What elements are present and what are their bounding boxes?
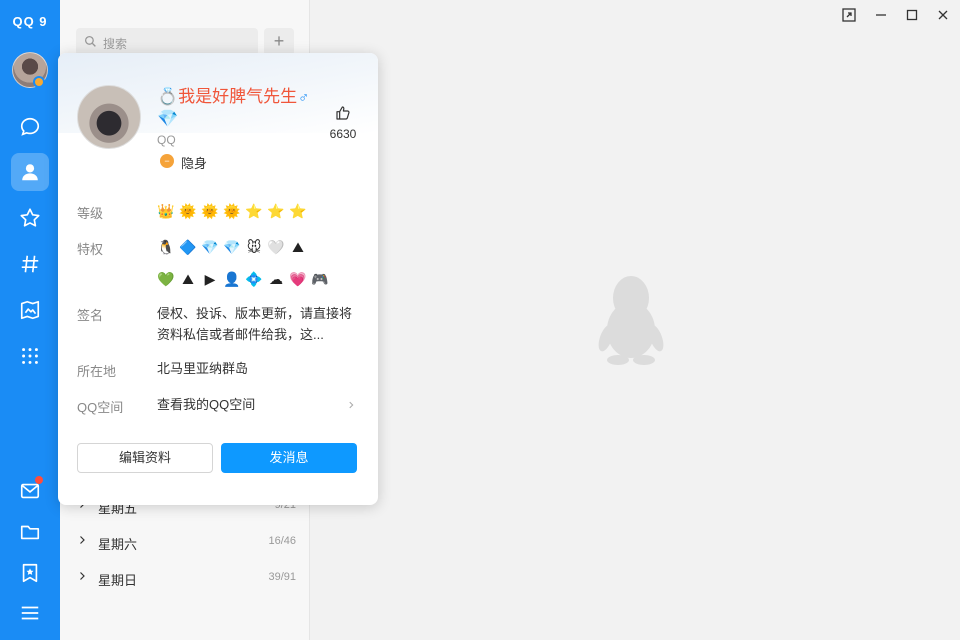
pin-window-icon[interactable] [842,8,856,22]
mail-badge [35,476,43,484]
add-button[interactable]: + [264,28,294,56]
send-message-button[interactable]: 发消息 [221,443,357,473]
signature-label: 签名 [77,308,104,323]
group-name: 星期日 [98,573,138,588]
green-diamond-icon[interactable]: 💚 [157,270,175,288]
search-input[interactable]: 搜索 [76,28,258,56]
hash-icon[interactable] [11,245,49,283]
sun-icon: 🌞 [201,203,219,219]
chat-bubble-icon[interactable] [11,108,49,146]
chevron-right-icon [80,572,85,580]
star-icon: ⭐ [289,203,307,219]
maximize-icon[interactable] [905,8,919,22]
group-count: 16/46 [268,535,296,547]
menu-icon[interactable] [11,594,49,632]
mouse-icon[interactable]: 🐭 [245,238,263,256]
nickname: 💍我是好脾气先生💎 [157,87,298,128]
privilege-icons-row1: 🐧 🔷 💎 💎 🐭 🤍 ⛰ [157,238,307,256]
male-icon: ♂ [298,89,310,106]
crown-icon: 👑 [157,203,175,219]
privilege-label: 特权 [77,242,104,257]
apps-grid-icon[interactable] [11,337,49,375]
diamond-icon[interactable]: 💎 [201,238,219,256]
search-placeholder: 搜索 [103,37,128,51]
signature-text: 侵权、投诉、版本更新，请直接将资料私信或者邮件给我，这... [157,306,353,342]
pink-heart-icon[interactable]: 💗 [289,270,307,288]
like-button[interactable]: 6630 [326,105,360,141]
group-name: 星期六 [98,537,138,552]
profile-card: 💍我是好脾气先生💎 ♂ 6630 QQ − 隐身 等级 👑 🌞 🌞 🌞 ⭐ ⭐ … [58,53,378,505]
sun-icon: 🌞 [223,203,241,219]
list-item[interactable]: 星期日 39/91 [76,566,296,590]
account-label: QQ [157,133,176,147]
sun-icon: 🌞 [179,203,197,219]
privilege-icons-row2: 💚 ⛰ ▶ 👤 💠 ☁ 💗 🎮 [157,270,329,288]
qzone-label: QQ空间 [77,400,124,415]
diamond-icon[interactable]: 💎 [223,238,241,256]
heart-icon[interactable]: 🤍 [267,238,285,256]
level-label: 等级 [77,206,104,221]
edit-profile-button[interactable]: 编辑资料 [77,443,213,473]
ring-icon: 💍 [157,87,179,106]
qzone-link[interactable]: 查看我的QQ空间 [157,394,255,415]
cloud-icon[interactable]: ☁ [267,270,285,288]
main-area [310,0,960,640]
folder-icon[interactable] [11,513,49,551]
status-invisible-icon: − [160,154,174,168]
close-icon[interactable] [936,8,950,22]
play-icon[interactable]: ▶ [201,270,219,288]
avatar[interactable] [77,85,141,149]
star-icon: ⭐ [267,203,285,219]
penguin-vip-icon[interactable]: 🐧 [157,238,175,256]
star-icon[interactable] [11,199,49,237]
level-icons: 👑 🌞 🌞 🌞 ⭐ ⭐ ⭐ [157,202,307,220]
game-icon[interactable]: 🎮 [311,270,329,288]
search-icon [84,35,96,47]
thumbs-up-icon [336,106,350,120]
bookmark-icon[interactable] [11,554,49,592]
diamond-icon[interactable]: 🔷 [179,238,197,256]
mountain-icon[interactable]: ⛰ [289,238,307,256]
group-count: 39/91 [268,571,296,583]
chevron-right-icon[interactable] [346,399,356,411]
qq-penguin-icon [598,276,664,365]
list-item[interactable]: 星期六 16/46 [76,530,296,554]
like-count: 6630 [329,127,357,141]
status-badge [33,76,45,88]
star-icon: ⭐ [245,203,263,219]
nav-rail: QQ 9 [0,0,60,640]
location-label: 所在地 [77,364,117,379]
status-text: 隐身 [181,156,208,171]
photo-icon[interactable] [11,291,49,329]
person-icon[interactable]: 👤 [223,270,241,288]
mountain-icon[interactable]: ⛰ [179,270,197,288]
location-value: 北马里亚纳群岛 [157,361,249,376]
gem-icon[interactable]: 💠 [245,270,263,288]
app-logo: QQ 9 [12,14,48,29]
minimize-icon[interactable] [874,8,888,22]
mail-icon[interactable] [11,472,49,510]
contacts-icon[interactable] [11,153,49,191]
chevron-right-icon [80,536,85,544]
